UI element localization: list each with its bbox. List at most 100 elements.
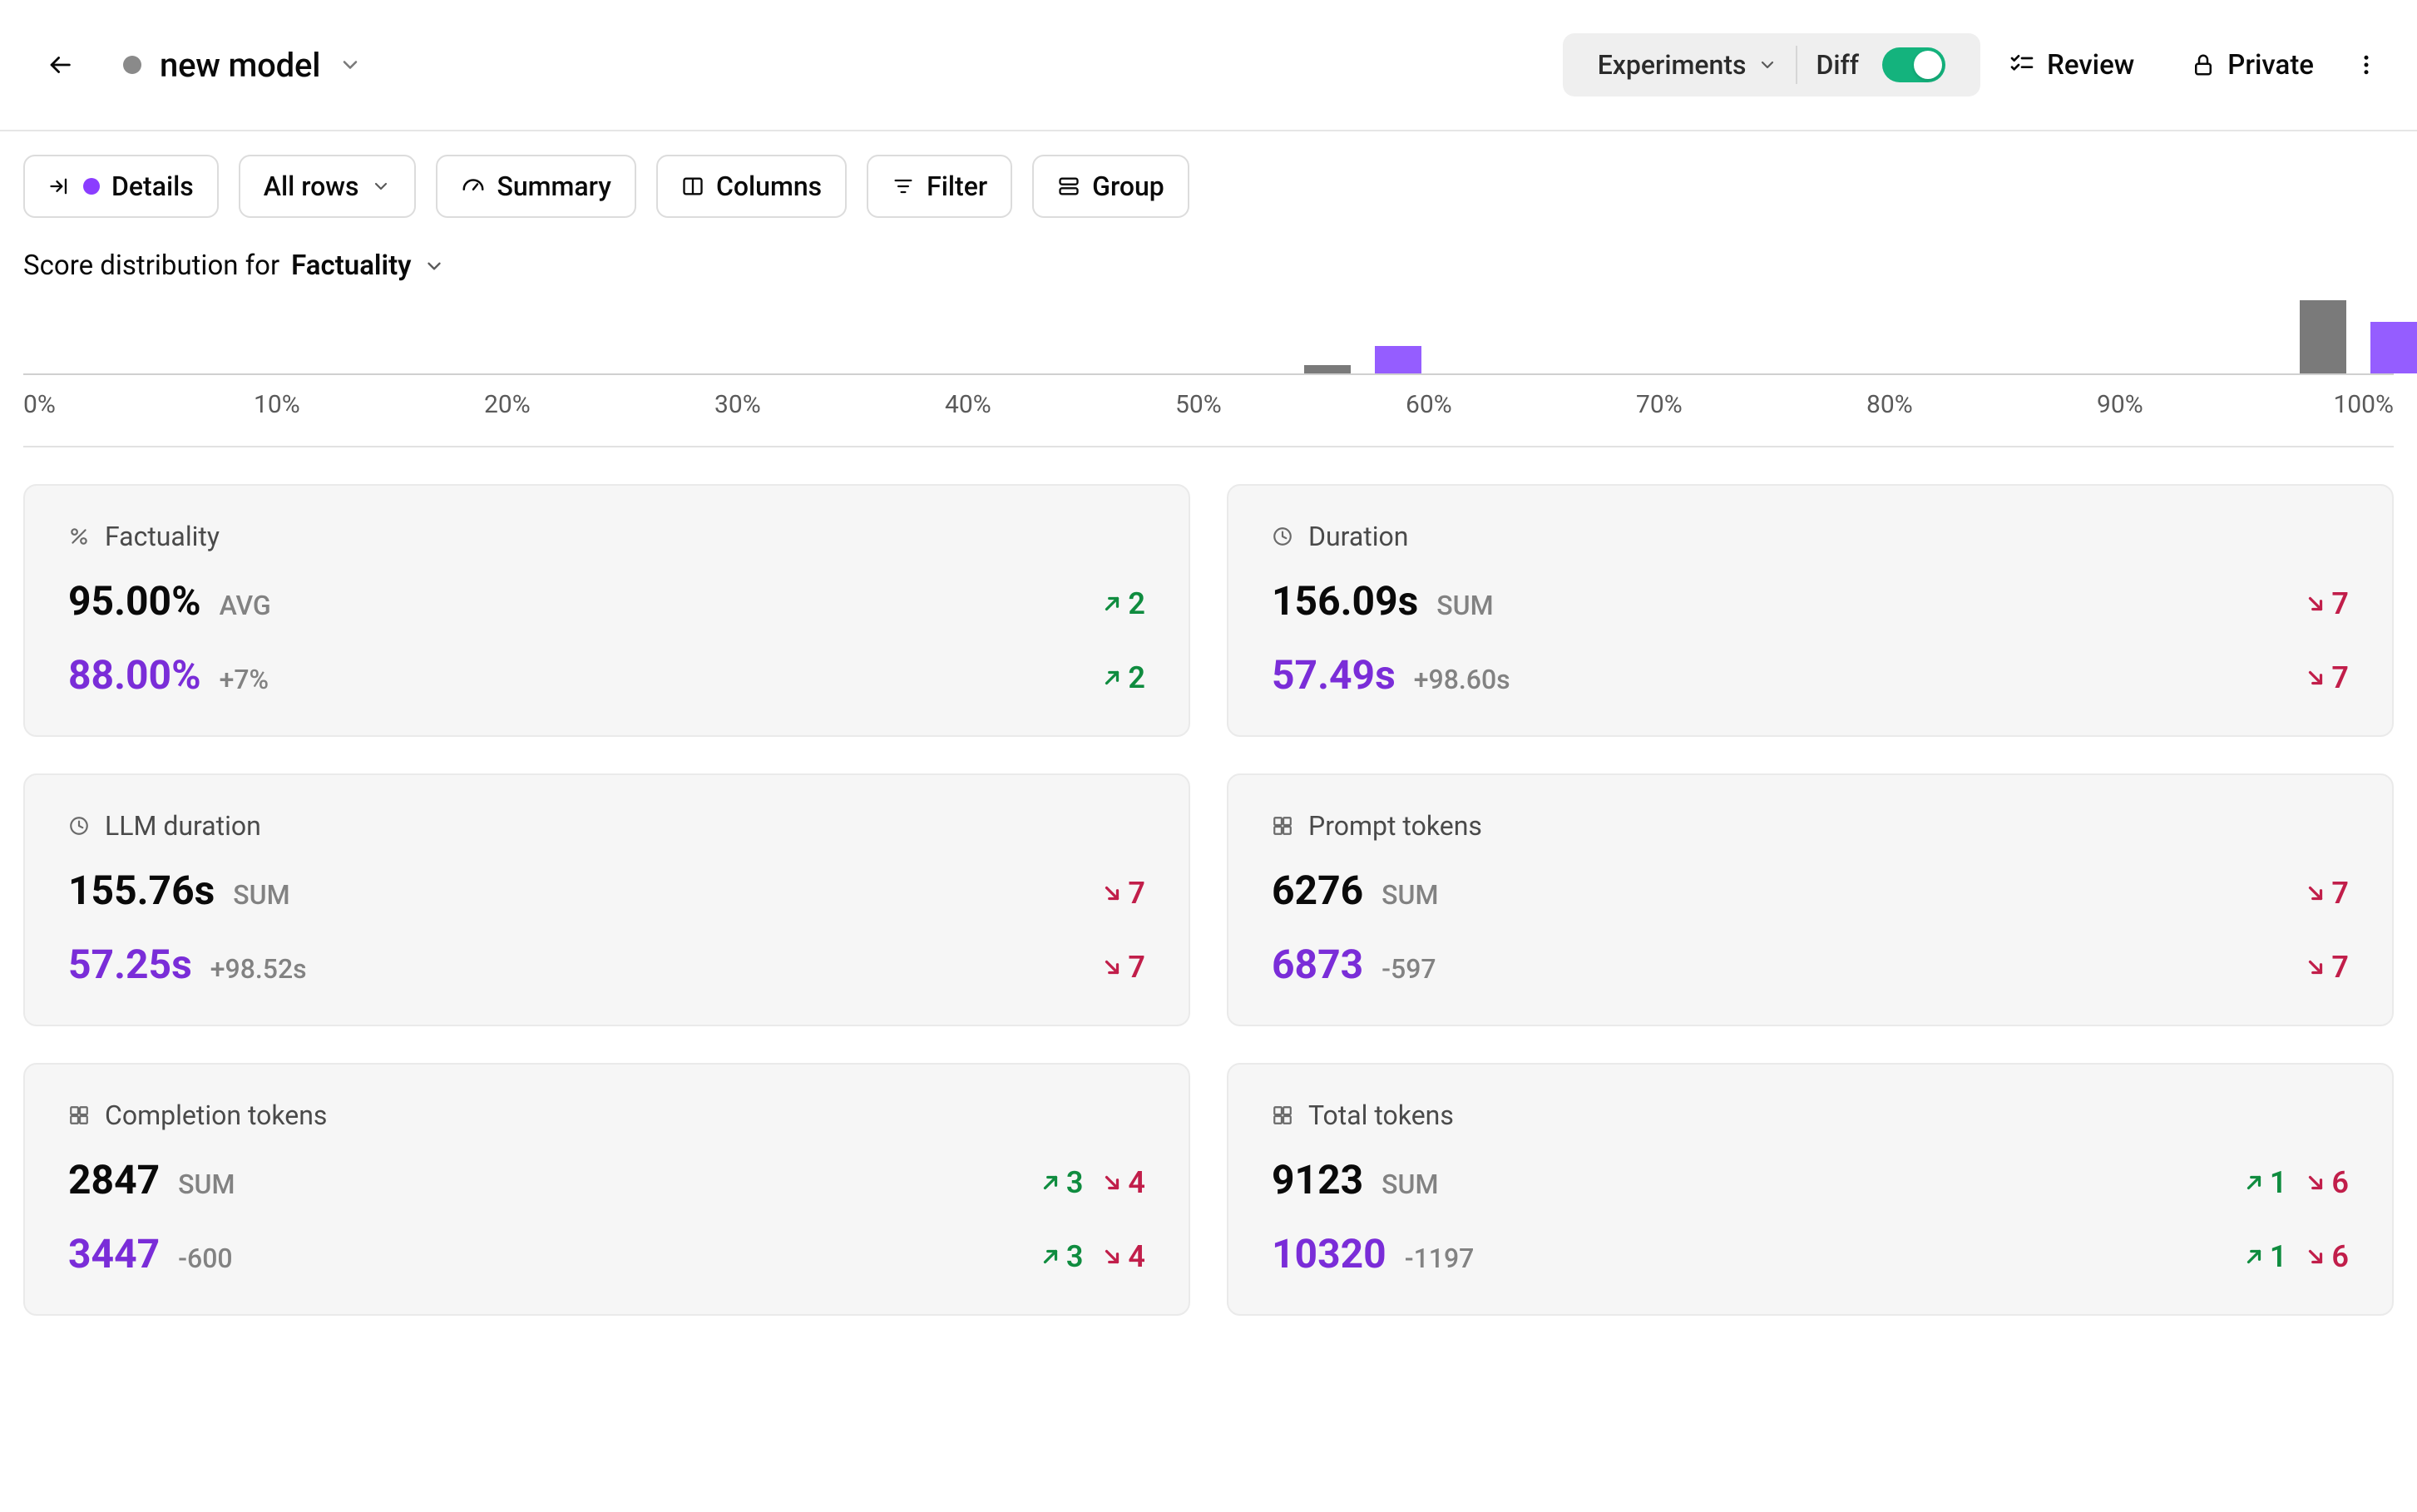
private-button[interactable]: Private — [2162, 33, 2342, 96]
histogram-bar — [2370, 322, 2417, 373]
metric-value: 9123 — [1272, 1156, 1363, 1203]
chevron-down-icon — [371, 176, 391, 196]
metric-card[interactable]: Total tokens9123SUM1610320-119716 — [1227, 1063, 2394, 1316]
group-button[interactable]: Group — [1032, 155, 1189, 218]
diff-label: Diff — [1816, 49, 1859, 81]
toolbar: Details All rows Summary Columns Filter … — [0, 131, 2417, 218]
card-title: LLM duration — [68, 810, 1145, 842]
delta-count: 7 — [1128, 950, 1145, 985]
metric-card[interactable]: Factuality95.00%AVG288.00%+7%2 — [23, 484, 1190, 737]
metric-row-main: 95.00% AVG 2 — [68, 577, 1145, 625]
delta-count: 2 — [1128, 660, 1145, 695]
metric-value: 2847 — [68, 1156, 160, 1203]
delta-count: 7 — [2331, 876, 2349, 911]
checklist-icon — [2009, 52, 2035, 78]
toggle-knob — [1914, 51, 1942, 79]
group-label: Group — [1092, 170, 1164, 202]
metric-value: 156.09s — [1272, 577, 1418, 625]
compare-sub: +98.60s — [1414, 664, 1510, 695]
axis-tick: 10% — [254, 390, 320, 419]
metric-row-compare: 88.00%+7%2 — [68, 651, 1145, 699]
summary-label: Summary — [497, 170, 611, 202]
delta-down: 7 — [2305, 950, 2349, 985]
status-dot-icon — [123, 56, 141, 74]
delta-down: 7 — [2305, 586, 2349, 621]
metric-row-compare: 6873 -597 7 — [1272, 941, 2349, 988]
metric-row-main: 2847SUM34 — [68, 1156, 1145, 1203]
experiments-label: Experiments — [1598, 49, 1747, 81]
clock-icon — [1272, 526, 1293, 547]
review-label: Review — [2047, 49, 2134, 82]
delta-down: 7 — [1101, 876, 1145, 911]
metric-agg: SUM — [178, 1169, 235, 1200]
details-label: Details — [111, 170, 194, 202]
card-title: Duration — [1272, 521, 2349, 552]
metric-value: 95.00% — [68, 577, 201, 625]
delta-down: 7 — [1101, 950, 1145, 985]
filter-button[interactable]: Filter — [867, 155, 1012, 218]
metric-row-main: 155.76sSUM7 — [68, 867, 1145, 914]
score-distribution-dropdown[interactable]: Score distribution for Factuality — [23, 250, 2394, 282]
collapse-right-icon — [48, 175, 72, 198]
metric-value: 6276 — [1272, 867, 1363, 914]
axis-tick: 60% — [1406, 390, 1472, 419]
delta-count: 2 — [1128, 586, 1145, 621]
delta-down: 4 — [1101, 1165, 1145, 1200]
score-distribution-section: Score distribution for Factuality 0%10%2… — [0, 218, 2417, 447]
columns-button[interactable]: Columns — [656, 155, 847, 218]
tokens-icon — [1272, 1104, 1293, 1126]
compare-value: 88.00% — [68, 651, 201, 699]
axis-tick: 70% — [1636, 390, 1703, 419]
metric-agg: AVG — [220, 590, 271, 621]
tokens-icon — [1272, 815, 1293, 837]
experiments-dropdown[interactable]: Experiments — [1583, 33, 1793, 96]
experiment-title[interactable]: new model — [123, 46, 362, 85]
axis-tick: 0% — [23, 390, 90, 419]
page-title: new model — [160, 46, 320, 85]
card-title-text: Prompt tokens — [1308, 810, 1482, 842]
compare-value: 6873 — [1272, 941, 1363, 988]
metric-card[interactable]: Completion tokens2847SUM343447-60034 — [23, 1063, 1190, 1316]
axis-tick: 80% — [1866, 390, 1933, 419]
diff-toggle-container[interactable]: Diff — [1801, 33, 1960, 96]
more-menu-button[interactable] — [2342, 33, 2390, 96]
delta-count: 6 — [2331, 1165, 2349, 1200]
metric-agg: SUM — [1381, 879, 1438, 911]
review-button[interactable]: Review — [1980, 33, 2162, 96]
metric-row-main: 6276 SUM 7 — [1272, 867, 2349, 914]
histogram-bar — [1304, 365, 1351, 373]
metric-agg: SUM — [1436, 590, 1493, 621]
metric-card[interactable]: LLM duration155.76sSUM757.25s+98.52s7 — [23, 773, 1190, 1026]
arrow-left-icon — [46, 51, 74, 79]
all-rows-dropdown[interactable]: All rows — [239, 155, 416, 218]
delta-count: 7 — [2331, 586, 2349, 621]
compare-value: 57.49s — [1272, 651, 1396, 699]
metric-agg: SUM — [1381, 1169, 1438, 1200]
chevron-down-icon — [339, 53, 362, 77]
card-title: Factuality — [68, 521, 1145, 552]
compare-value: 10320 — [1272, 1230, 1386, 1277]
metric-card[interactable]: Prompt tokens 6276 SUM 7 6873 -597 7 — [1227, 773, 2394, 1026]
details-button[interactable]: Details — [23, 155, 219, 218]
metric-agg: SUM — [233, 879, 289, 911]
gauge-icon — [461, 174, 486, 199]
metric-row-main: 9123SUM16 — [1272, 1156, 2349, 1203]
metric-row-compare: 57.49s+98.60s7 — [1272, 651, 2349, 699]
axis-tick: 40% — [945, 390, 1011, 419]
card-title-text: Completion tokens — [105, 1099, 327, 1131]
card-title-text: Total tokens — [1308, 1099, 1454, 1131]
back-button[interactable] — [43, 48, 77, 82]
chevron-down-icon — [423, 255, 445, 277]
summary-button[interactable]: Summary — [436, 155, 636, 218]
allrows-label: All rows — [264, 170, 359, 202]
diff-toggle[interactable] — [1882, 47, 1945, 82]
axis-tick: 90% — [2097, 390, 2163, 419]
delta-count: 7 — [1128, 876, 1145, 911]
compare-value: 57.25s — [68, 941, 192, 988]
card-title-text: LLM duration — [105, 810, 261, 842]
compare-sub: +98.52s — [210, 953, 307, 985]
metric-card[interactable]: Duration156.09sSUM757.49s+98.60s7 — [1227, 484, 2394, 737]
metric-cards-grid: Factuality95.00%AVG288.00%+7%2Duration15… — [0, 447, 2417, 1339]
compare-sub: -597 — [1381, 953, 1436, 985]
card-title: Completion tokens — [68, 1099, 1145, 1131]
